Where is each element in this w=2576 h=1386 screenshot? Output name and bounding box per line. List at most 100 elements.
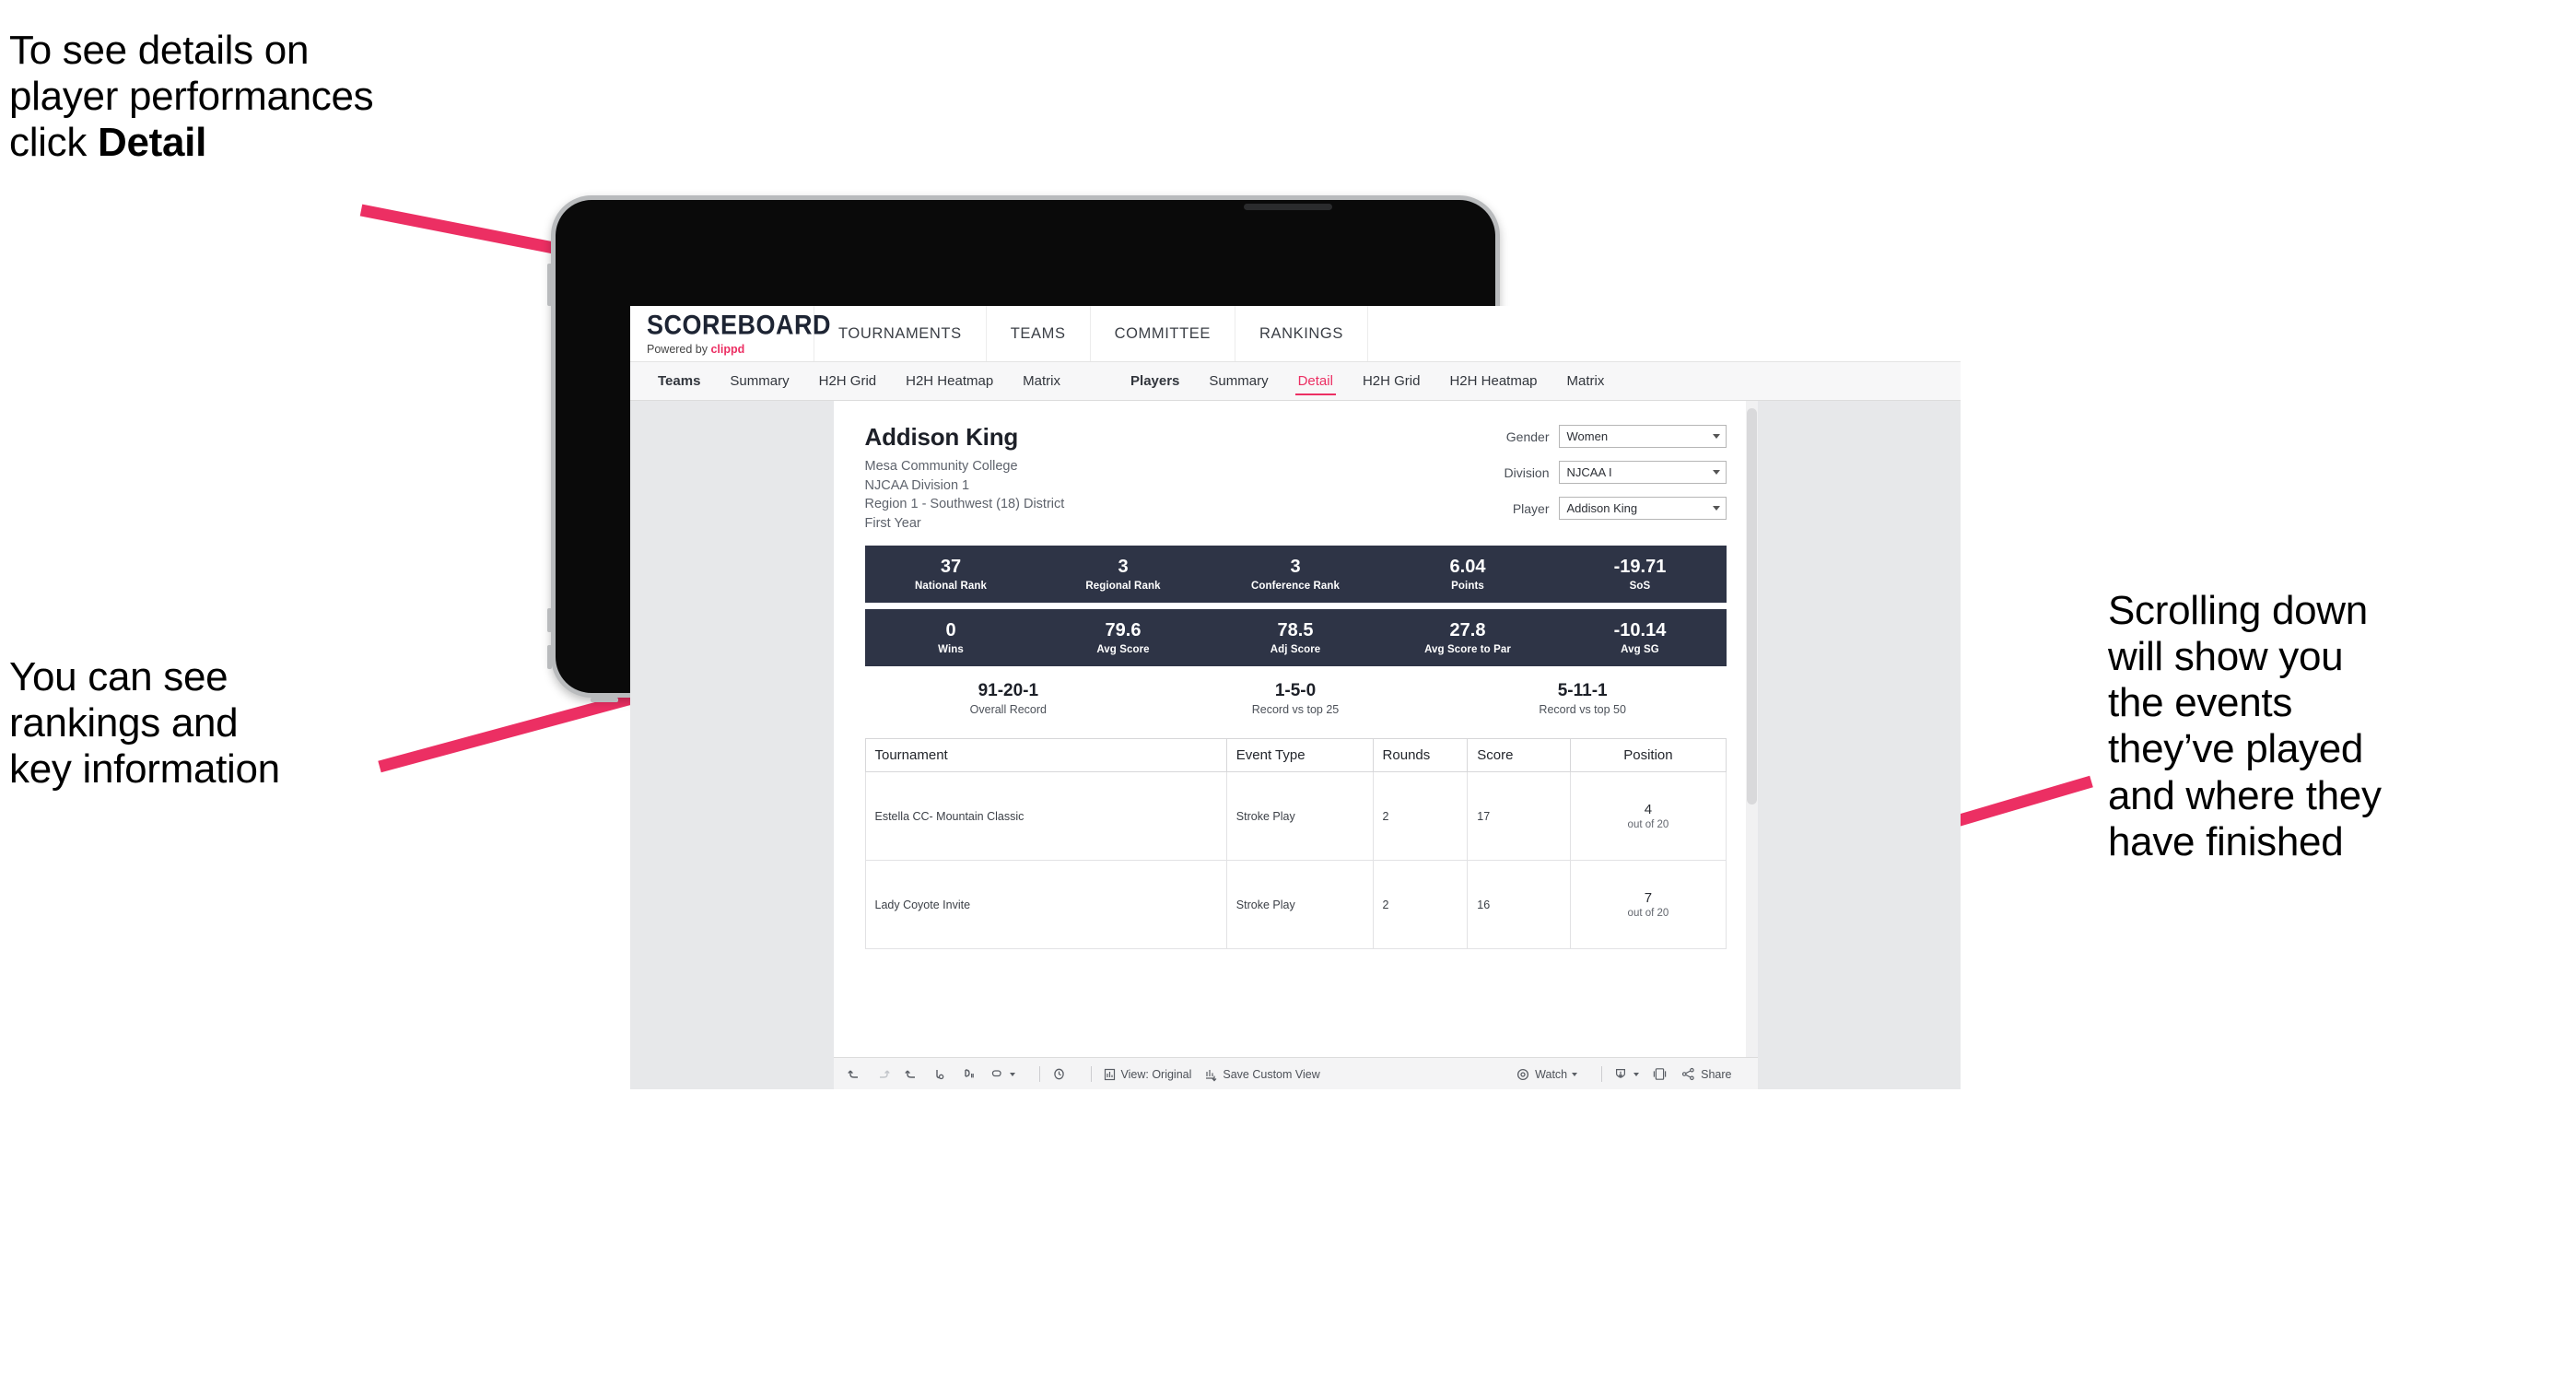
stat-value: 3 <box>1118 557 1129 578</box>
stat-label: Avg Score to Par <box>1424 644 1511 656</box>
view-original-button[interactable]: View: Original <box>1103 1067 1191 1082</box>
column-header-score[interactable]: Score <box>1467 738 1572 773</box>
tablet-camera <box>1244 204 1332 210</box>
record-vs-top-25: 1-5-0 Record vs top 25 <box>1152 681 1439 716</box>
stat-value: -19.71 <box>1613 557 1667 578</box>
share-icon <box>1682 1067 1694 1081</box>
top-navigation: TOURNAMENTS TEAMS COMMITTEE RANKINGS <box>814 306 1368 361</box>
toolbar-divider <box>1038 1066 1040 1082</box>
highlight-button[interactable] <box>989 1066 1015 1082</box>
undo-button[interactable] <box>847 1066 862 1082</box>
cell-position: 7 out of 20 <box>1570 860 1727 950</box>
tablet-volume-up-button <box>547 608 552 632</box>
topnav-item-tournaments[interactable]: TOURNAMENTS <box>814 306 987 361</box>
player-year: First Year <box>864 515 921 531</box>
view-icon <box>1104 1068 1115 1080</box>
position-number: 4 <box>1644 802 1653 818</box>
stat-value: 78.5 <box>1277 620 1314 641</box>
subnav-teams-h2h-grid[interactable]: H2H Grid <box>804 362 892 400</box>
stat-wins: 0 Wins <box>865 609 1037 666</box>
table-row[interactable]: Estella CC- Mountain Classic Stroke Play… <box>864 771 1727 862</box>
watch-button[interactable]: Watch <box>1516 1067 1578 1082</box>
table-header: Tournament Event Type Rounds Score Posit… <box>864 738 1727 773</box>
subnav-players-detail[interactable]: Detail <box>1283 362 1348 400</box>
vertical-scrollbar-track[interactable] <box>1745 401 1758 1089</box>
stat-value: 37 <box>940 557 962 578</box>
fullscreen-button[interactable] <box>1652 1066 1668 1082</box>
logo-title: SCOREBOARD <box>647 310 832 341</box>
column-header-event-type[interactable]: Event Type <box>1225 738 1374 773</box>
records-row: 91-20-1 Overall Record 1-5-0 Record vs t… <box>865 681 1727 727</box>
stat-value: 3 <box>1290 557 1301 578</box>
filter-label-gender: Gender <box>1505 429 1550 444</box>
annotation-top-left-bold: Detail <box>97 120 207 166</box>
subnav-teams-summary[interactable]: Summary <box>715 362 803 400</box>
cell-rounds: 2 <box>1372 860 1469 950</box>
sheet-content: Addison King Mesa Community College NJCA… <box>834 401 1758 950</box>
chevron-down-icon <box>1009 1072 1015 1076</box>
filter-panel: Gender Women Division NJCAA I Player Add… <box>1478 423 1727 533</box>
tablet-screen: SCOREBOARD Powered by clippd TOURNAMENTS… <box>630 306 1961 1089</box>
dashboard-sheet: Addison King Mesa Community College NJCA… <box>833 401 1758 1089</box>
app-logo[interactable]: SCOREBOARD Powered by clippd <box>630 306 832 361</box>
download-button[interactable] <box>1613 1066 1640 1082</box>
filter-select-player[interactable]: Addison King <box>1558 497 1727 520</box>
clock-button[interactable] <box>1051 1066 1067 1082</box>
stat-value: 27.8 <box>1449 620 1486 641</box>
stat-adj-score: 78.5 Adj Score <box>1210 609 1382 666</box>
subnav-group-players: Players Summary Detail H2H Grid H2H Heat… <box>1116 362 1619 400</box>
subnav-label-players: Players <box>1130 373 1180 389</box>
cell-tournament: Estella CC- Mountain Classic <box>864 771 1227 862</box>
annotation-right: Scrolling down will show you the events … <box>2108 588 2382 864</box>
cell-score: 17 <box>1467 771 1572 862</box>
dashboard-area: Addison King Mesa Community College NJCA… <box>630 401 1961 1089</box>
topnav-item-teams[interactable]: TEAMS <box>987 306 1091 361</box>
subnav-players-matrix[interactable]: Matrix <box>1552 362 1620 400</box>
stat-national-rank: 37 National Rank <box>865 546 1037 603</box>
chevron-down-icon <box>1572 1072 1578 1076</box>
column-header-position[interactable]: Position <box>1570 738 1727 773</box>
subnav-players-h2h-grid[interactable]: H2H Grid <box>1348 362 1435 400</box>
stat-label: SoS <box>1629 581 1651 593</box>
subnav-players-h2h-heatmap[interactable]: H2H Heatmap <box>1434 362 1551 400</box>
stat-value: 79.6 <box>1105 620 1142 641</box>
stat-label: National Rank <box>915 581 987 593</box>
column-header-rounds[interactable]: Rounds <box>1372 738 1469 773</box>
revert-button[interactable] <box>904 1066 919 1082</box>
column-header-tournament[interactable]: Tournament <box>864 738 1227 773</box>
table-header-row: Tournament Event Type Rounds Score Posit… <box>864 738 1727 773</box>
subnav-players-summary[interactable]: Summary <box>1194 362 1282 400</box>
undo-icon <box>847 1070 858 1078</box>
position-number: 7 <box>1644 890 1653 907</box>
filter-value-division: NJCAA I <box>1566 465 1612 479</box>
filter-row-division: Division NJCAA I <box>1478 461 1727 484</box>
filter-select-division[interactable]: NJCAA I <box>1558 461 1727 484</box>
bottom-toolbar: View: Original Save Custom View Watch Sh… <box>833 1057 1758 1089</box>
table-row[interactable]: Lady Coyote Invite Stroke Play 2 16 7 ou… <box>864 860 1727 950</box>
logo-subtitle: Powered by clippd <box>647 343 814 356</box>
stats-band-scoring: 0 Wins 79.6 Avg Score 78.5 Adj Score 27.… <box>864 609 1727 667</box>
stat-avg-score-to-par: 27.8 Avg Score to Par <box>1382 609 1554 666</box>
subnav-teams-matrix[interactable]: Matrix <box>1008 362 1075 400</box>
vertical-scrollbar-thumb[interactable] <box>1746 408 1757 805</box>
player-division: NJCAA Division 1 <box>864 477 970 493</box>
topnav-item-rankings[interactable]: RANKINGS <box>1235 306 1368 361</box>
pause-button[interactable] <box>961 1066 977 1082</box>
filter-select-gender[interactable]: Women <box>1558 425 1727 448</box>
filter-value-gender: Women <box>1566 429 1609 443</box>
toolbar-divider <box>1601 1066 1603 1082</box>
fullscreen-icon <box>1653 1068 1667 1080</box>
cell-score: 16 <box>1467 860 1572 950</box>
share-button[interactable]: Share <box>1680 1066 1732 1082</box>
subnav-teams-h2h-heatmap[interactable]: H2H Heatmap <box>891 362 1008 400</box>
position-outof: out of 20 <box>1627 819 1669 831</box>
stat-label: Avg Score <box>1096 644 1150 656</box>
record-value: 1-5-0 <box>1274 681 1317 701</box>
refresh-button[interactable] <box>932 1066 948 1082</box>
redo-button[interactable] <box>875 1066 891 1082</box>
watch-label: Watch <box>1535 1067 1568 1081</box>
topnav-item-committee[interactable]: COMMITTEE <box>1091 306 1235 361</box>
save-custom-view-button[interactable]: Save Custom View <box>1204 1067 1320 1082</box>
record-label: Record vs top 25 <box>1251 703 1340 717</box>
chevron-down-icon <box>1712 506 1720 511</box>
